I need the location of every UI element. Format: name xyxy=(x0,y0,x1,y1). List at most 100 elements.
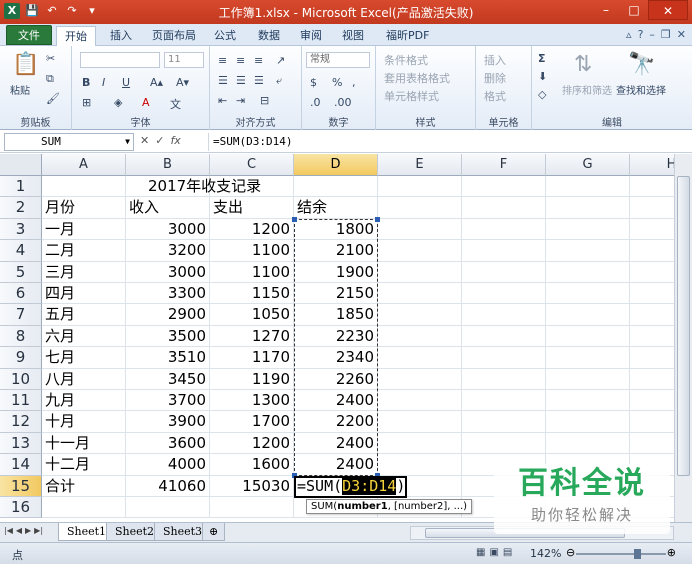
cell[interactable] xyxy=(378,283,462,305)
cell[interactable]: 1600 xyxy=(210,454,294,476)
orientation-icon[interactable]: ↗ xyxy=(276,54,285,67)
delete-cells-button[interactable]: 删除 xyxy=(484,70,506,86)
cell[interactable] xyxy=(630,347,674,369)
cell[interactable]: 1700 xyxy=(210,411,294,433)
increase-decimal-icon[interactable]: .0 xyxy=(310,96,321,109)
column-header-a[interactable]: A xyxy=(42,154,126,176)
borders-icon[interactable]: ⊞ xyxy=(82,96,91,109)
cell[interactable]: 2400 xyxy=(294,432,378,455)
cell[interactable] xyxy=(462,218,546,241)
currency-icon[interactable]: $ xyxy=(310,76,317,89)
cell[interactable]: 结余 xyxy=(294,197,378,219)
format-painter-icon[interactable]: 🖌 xyxy=(46,92,60,105)
cell[interactable]: 1050 xyxy=(210,304,294,326)
zoom-knob[interactable] xyxy=(634,549,641,559)
cell[interactable]: 1300 xyxy=(210,390,294,412)
align-bottom-icon[interactable]: ≡ xyxy=(254,54,263,67)
insert-cells-button[interactable]: 插入 xyxy=(484,52,506,68)
cell[interactable]: 3300 xyxy=(126,283,210,305)
row-header[interactable]: 2 xyxy=(0,197,42,219)
row-header[interactable]: 5 xyxy=(0,261,42,283)
cell[interactable]: 15030 xyxy=(210,475,294,497)
cell[interactable]: 3450 xyxy=(126,368,210,390)
column-header-c[interactable]: C xyxy=(210,154,294,176)
cell[interactable]: 41060 xyxy=(126,475,210,497)
cell[interactable] xyxy=(378,347,462,369)
clear-icon[interactable]: ◇ xyxy=(538,88,546,101)
row-header[interactable]: 9 xyxy=(0,347,42,369)
percent-icon[interactable]: % xyxy=(332,76,342,89)
underline-button[interactable]: U xyxy=(122,76,130,89)
decrease-font-icon[interactable]: A▾ xyxy=(176,76,189,89)
cell[interactable] xyxy=(462,368,546,390)
cell[interactable] xyxy=(378,197,462,219)
cell[interactable]: 3700 xyxy=(126,390,210,412)
cell[interactable] xyxy=(546,218,630,241)
close-button[interactable]: ✕ xyxy=(648,0,688,20)
cell[interactable] xyxy=(378,261,462,283)
cell[interactable] xyxy=(462,283,546,305)
italic-button[interactable]: I xyxy=(102,76,105,89)
cell[interactable]: 1100 xyxy=(210,261,294,283)
paste-label[interactable]: 粘贴 xyxy=(10,82,30,97)
format-as-table-button[interactable]: 套用表格格式 xyxy=(384,70,450,86)
align-top-icon[interactable]: ≡ xyxy=(218,54,227,67)
cell-styles-button[interactable]: 单元格样式 xyxy=(384,88,439,104)
sort-filter-icon[interactable]: ⇅ xyxy=(574,52,592,77)
cell[interactable] xyxy=(42,497,126,519)
tab-formulas[interactable]: 公式 xyxy=(206,26,244,46)
cell[interactable]: 合计 xyxy=(42,475,126,497)
merge-center-icon[interactable]: ⊟ xyxy=(260,94,269,107)
zoom-in-icon[interactable]: ⊕ xyxy=(667,546,676,559)
row-header[interactable]: 3 xyxy=(0,218,42,241)
font-color-icon[interactable]: A xyxy=(142,96,150,109)
find-select-icon[interactable]: 🔭 xyxy=(628,52,655,77)
tab-file[interactable]: 文件 xyxy=(6,25,52,45)
column-header-b[interactable]: B xyxy=(126,154,210,176)
cell[interactable]: 四月 xyxy=(42,283,126,305)
column-header-d[interactable]: D xyxy=(294,154,378,176)
first-sheet-icon[interactable]: |◀ xyxy=(4,526,13,535)
find-select-label[interactable]: 查找和选择 xyxy=(616,82,666,97)
name-box-dropdown-icon[interactable]: ▼ xyxy=(125,134,130,150)
cell[interactable]: 十一月 xyxy=(42,432,126,455)
tab-data[interactable]: 数据 xyxy=(250,26,288,46)
cell[interactable]: 一月 xyxy=(42,218,126,241)
zoom-slider[interactable]: ⊖ ⊕ xyxy=(566,546,676,560)
number-format-box[interactable]: 常规 xyxy=(306,52,370,68)
cell[interactable]: 1200 xyxy=(210,432,294,455)
wrap-text-icon[interactable]: ⤶ xyxy=(276,74,282,88)
minimize-button[interactable]: – xyxy=(592,0,620,20)
page-break-view-icon[interactable]: ▤ xyxy=(503,547,512,558)
cell[interactable] xyxy=(546,197,630,219)
cell[interactable] xyxy=(630,176,674,198)
cell[interactable]: 2150 xyxy=(294,283,378,305)
cell[interactable]: 2340 xyxy=(294,347,378,369)
format-cells-button[interactable]: 格式 xyxy=(484,88,506,104)
last-sheet-icon[interactable]: ▶| xyxy=(34,526,43,535)
cell[interactable] xyxy=(546,261,630,283)
cell[interactable] xyxy=(378,454,462,476)
cell[interactable] xyxy=(42,176,126,198)
sheet-title-cell[interactable]: 2017年收支记录 xyxy=(126,176,261,198)
cancel-icon[interactable]: ✕ xyxy=(140,134,149,147)
cell[interactable] xyxy=(630,197,674,219)
cell[interactable] xyxy=(630,411,674,433)
cell[interactable] xyxy=(462,347,546,369)
cell[interactable]: 2100 xyxy=(294,240,378,262)
increase-font-icon[interactable]: A▴ xyxy=(150,76,163,89)
cell[interactable]: 1800 xyxy=(294,218,378,241)
range-handle[interactable] xyxy=(292,216,297,222)
cell[interactable] xyxy=(462,240,546,262)
align-left-icon[interactable]: ☰ xyxy=(218,74,228,87)
cell[interactable]: 二月 xyxy=(42,240,126,262)
cell[interactable]: 3500 xyxy=(126,325,210,348)
vertical-scrollbar[interactable] xyxy=(674,154,692,522)
cell[interactable]: 1190 xyxy=(210,368,294,390)
cell[interactable]: 六月 xyxy=(42,325,126,348)
row-header[interactable]: 12 xyxy=(0,411,42,433)
cell[interactable] xyxy=(462,432,546,455)
column-header-e[interactable]: E xyxy=(378,154,462,176)
align-center-icon[interactable]: ☰ xyxy=(236,74,246,87)
copy-icon[interactable]: ⧉ xyxy=(46,72,54,86)
